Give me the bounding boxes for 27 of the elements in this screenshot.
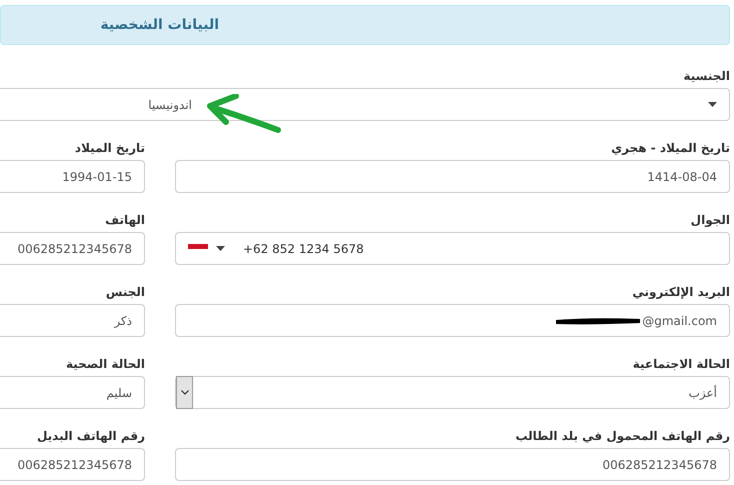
field-label: رقم الهاتف المحمول في بلد الطالب: [514, 429, 730, 443]
nationality-select[interactable]: اندونيسيا: [0, 88, 730, 121]
field-label: الحالة الاجتماعية: [632, 357, 730, 371]
input-field[interactable]: 1994-01-15: [0, 160, 145, 193]
input-field[interactable]: ذكر: [0, 304, 145, 337]
field-label: البريد الإلكتروني: [631, 285, 730, 299]
country-dropdown[interactable]: [188, 244, 225, 254]
field-label: تاريخ الميلاد - هجري: [610, 141, 730, 155]
input-field[interactable]: 006285212345678: [175, 448, 730, 481]
field-label: الجنسية: [682, 69, 730, 83]
input-field[interactable]: 1414-08-04: [175, 160, 730, 193]
caret-icon: [708, 102, 717, 107]
field-label: رقم الهاتف البديل: [36, 429, 145, 443]
select-field[interactable]: أعزب: [175, 376, 730, 409]
field-label: تاريخ الميلاد: [74, 141, 145, 155]
input-field[interactable]: 006285212345678: [0, 232, 145, 265]
field-label: الحالة الصحية: [64, 357, 145, 371]
email-field[interactable]: @gmail.com: [175, 304, 730, 337]
caret-icon: [216, 246, 225, 251]
field-label: الجنس: [104, 285, 145, 299]
phone-field[interactable]: +62 852 1234 5678: [175, 232, 730, 265]
input-field[interactable]: 006285212345678: [0, 448, 145, 481]
input-field[interactable]: سليم: [0, 376, 145, 409]
chevron-icon: [180, 390, 188, 395]
field-label: الهاتف: [104, 213, 145, 227]
field-label: الجوال: [690, 213, 730, 227]
section-title: البيانات الشخصية: [100, 17, 219, 33]
